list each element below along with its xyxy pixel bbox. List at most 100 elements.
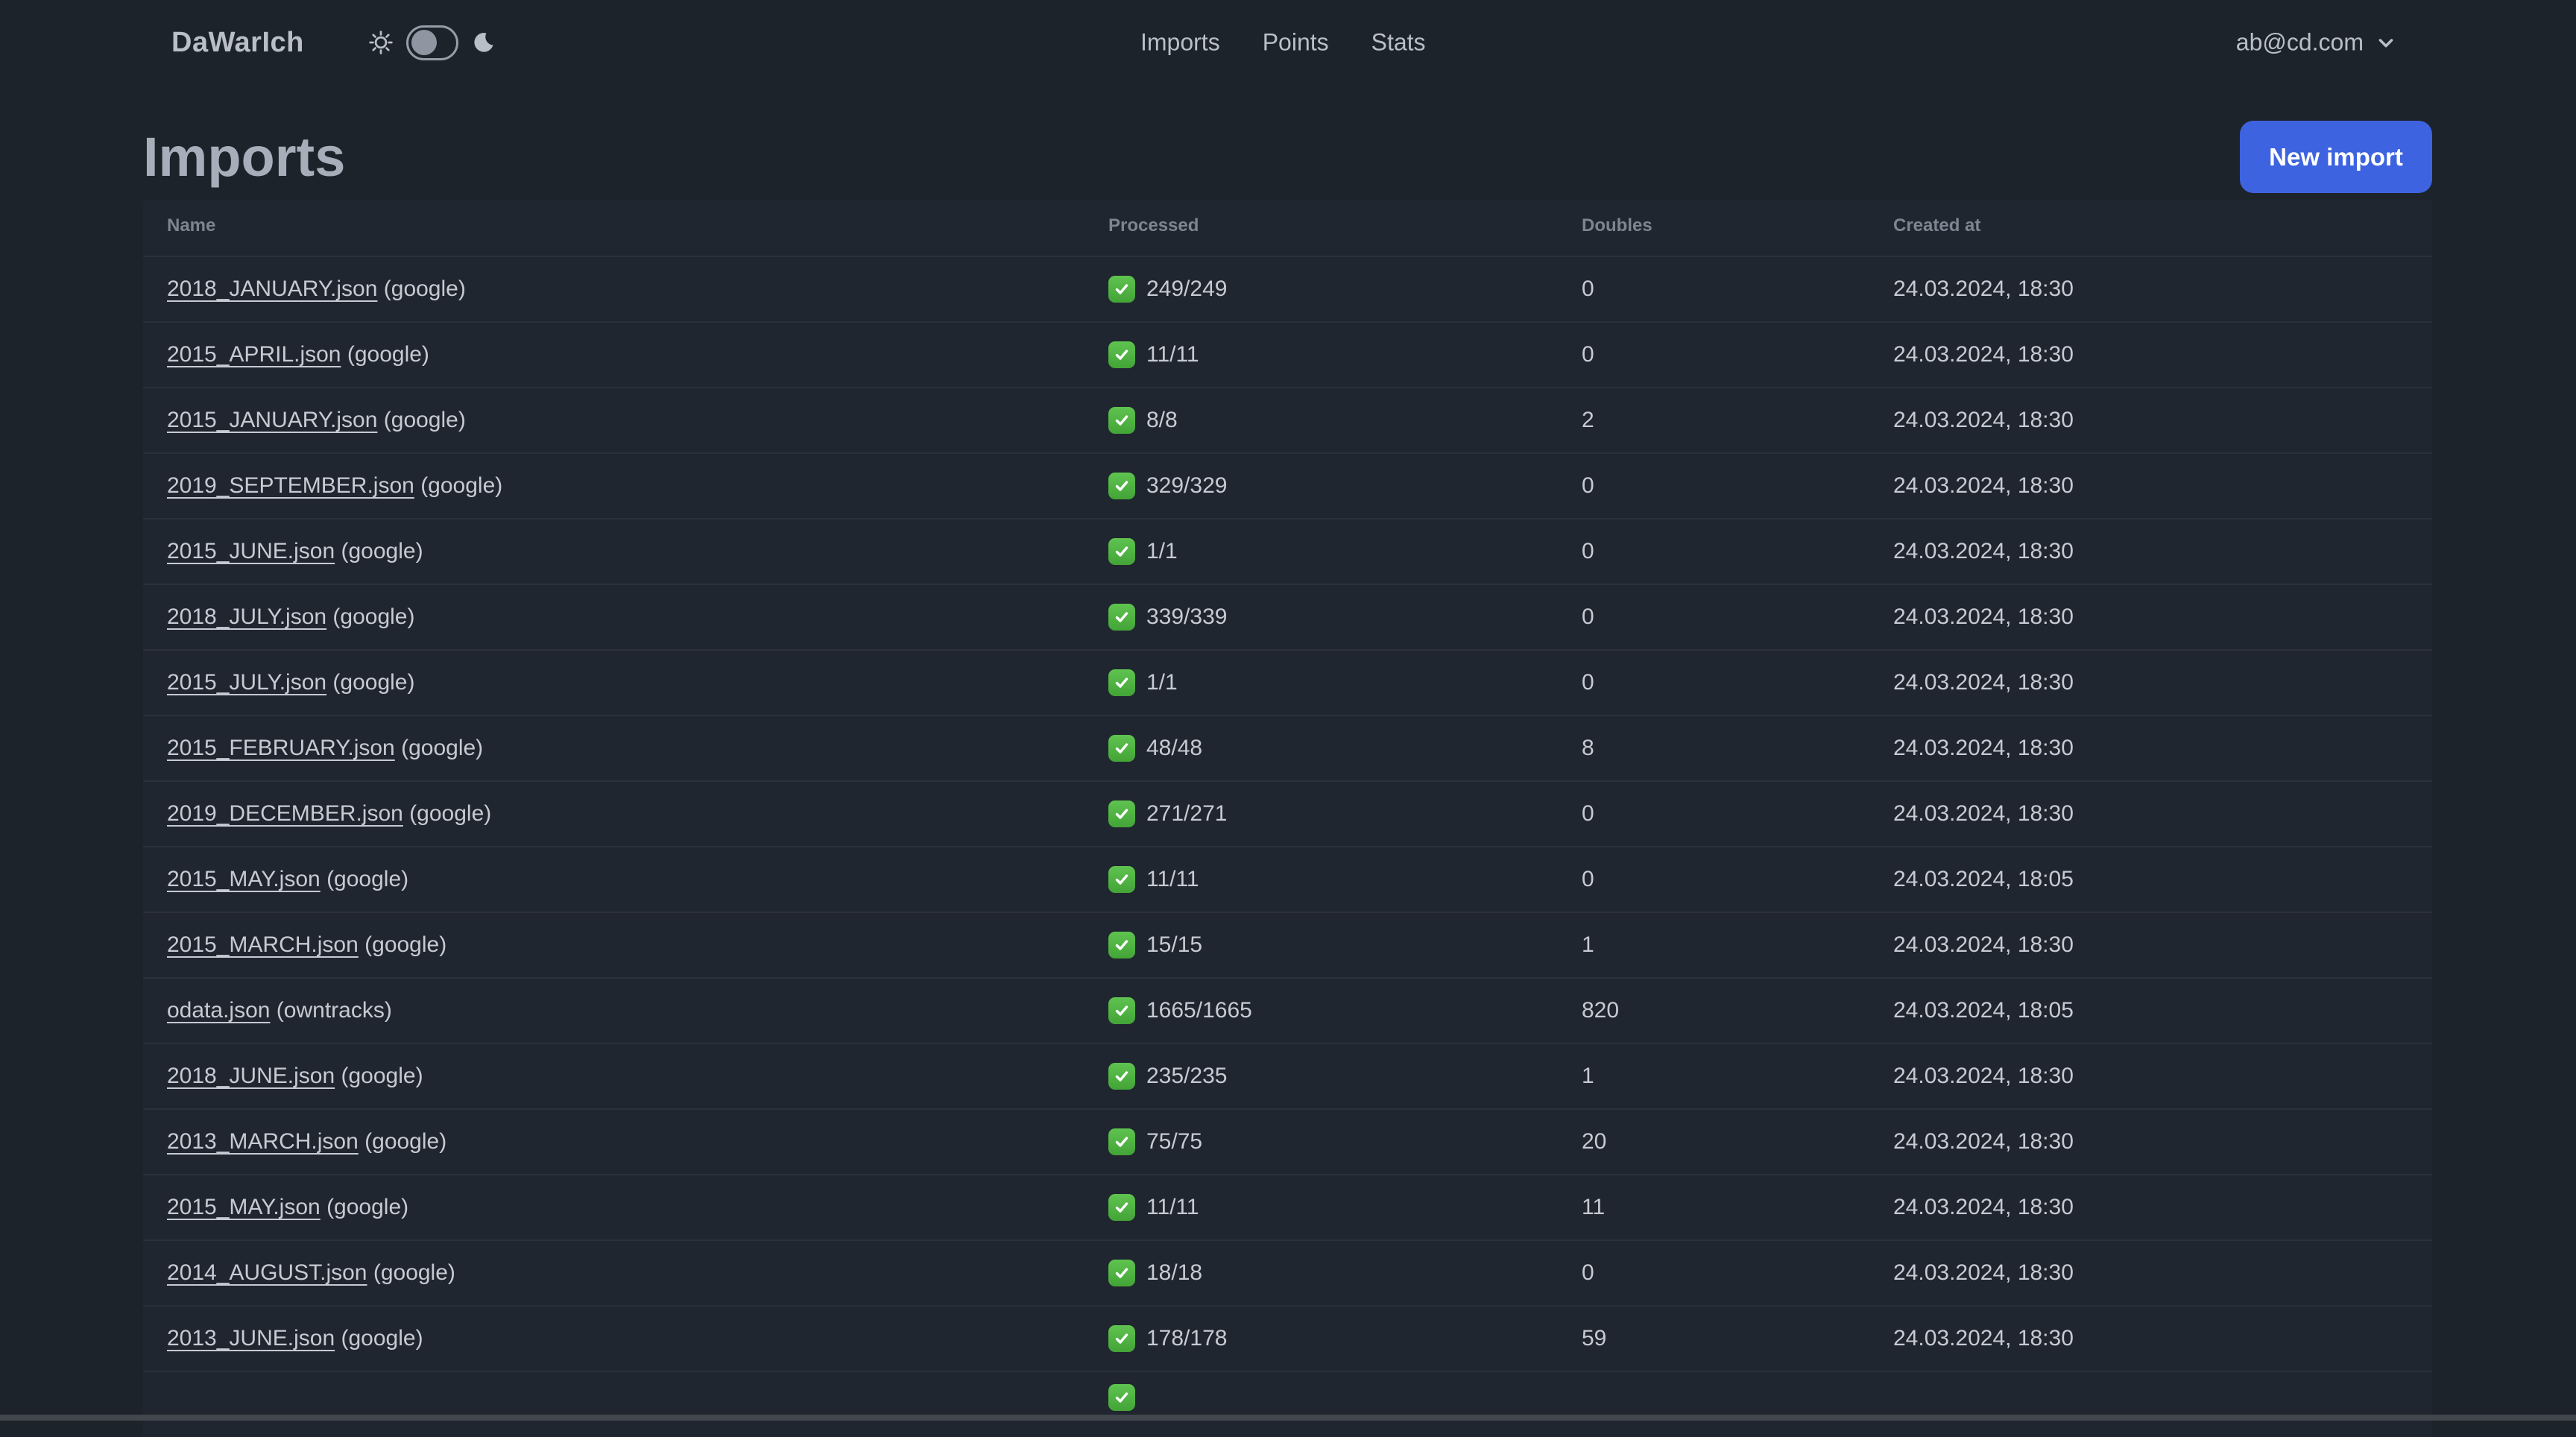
doubles-cell: 0 <box>1582 670 1594 695</box>
import-source-label: (google) <box>383 408 466 432</box>
table-row: 2019_SEPTEMBER.json (google) 329/329 0 2… <box>143 453 2432 519</box>
doubles-cell: 20 <box>1582 1129 1607 1154</box>
import-file-link[interactable]: 2018_JUNE.json <box>167 1064 335 1088</box>
created-at-cell: 24.03.2024, 18:30 <box>1893 1064 2074 1088</box>
doubles-cell: 11 <box>1582 1195 1606 1219</box>
table-row: 2014_AUGUST.json (google) 18/18 0 24.03.… <box>143 1240 2432 1306</box>
import-source-label: (google) <box>364 932 447 957</box>
created-at-cell: 24.03.2024, 18:30 <box>1893 408 2074 432</box>
processed-count: 1665/1665 <box>1146 998 1252 1023</box>
green-check-icon <box>1108 669 1135 696</box>
import-file-link[interactable]: 2019_DECEMBER.json <box>167 801 403 826</box>
green-check-icon <box>1108 866 1135 893</box>
import-file-link[interactable]: 2018_JANUARY.json <box>167 277 377 301</box>
theme-toggle[interactable] <box>405 25 458 60</box>
import-file-link[interactable]: 2018_JULY.json <box>167 604 326 629</box>
name-cell: 2019_DECEMBER.json (google) <box>143 781 1085 847</box>
processed-count: 11/11 <box>1146 867 1199 891</box>
import-file-link[interactable]: 2015_MARCH.json <box>167 932 359 957</box>
green-check-icon <box>1108 1384 1135 1411</box>
processed-cell: 75/75 <box>1085 1109 1558 1175</box>
green-check-icon <box>1108 538 1135 565</box>
import-file-link[interactable]: 2015_MAY.json <box>167 867 321 891</box>
column-header-created-at: Created at <box>1893 215 1981 236</box>
name-cell: 2015_FEBRUARY.json (google) <box>143 716 1085 781</box>
import-source-label: (google) <box>326 1195 409 1219</box>
table-row: 2015_JANUARY.json (google) 8/8 2 24.03.2… <box>143 388 2432 453</box>
import-source-label: (google) <box>341 539 423 563</box>
created-at-cell: 24.03.2024, 18:30 <box>1893 342 2074 367</box>
table-row: 2018_JUNE.json (google) 235/235 1 24.03.… <box>143 1043 2432 1109</box>
import-source-label: (google) <box>332 670 415 695</box>
name-cell: 2015_JULY.json (google) <box>143 650 1085 716</box>
doubles-cell: 0 <box>1582 277 1594 301</box>
green-check-icon <box>1108 800 1135 827</box>
nav-imports[interactable]: Imports <box>1140 29 1220 57</box>
green-check-icon <box>1108 1260 1135 1286</box>
import-file-link[interactable]: 2015_FEBRUARY.json <box>167 736 395 760</box>
processed-count: 235/235 <box>1146 1064 1228 1088</box>
created-at-cell: 24.03.2024, 18:30 <box>1893 736 2074 760</box>
processed-cell: 48/48 <box>1085 716 1558 781</box>
name-cell: 2015_MAY.json (google) <box>143 847 1085 912</box>
doubles-cell: 0 <box>1582 604 1594 629</box>
processed-count: 1/1 <box>1146 670 1178 695</box>
processed-count: 11/11 <box>1146 1195 1199 1219</box>
green-check-icon <box>1108 407 1135 434</box>
doubles-cell <box>1558 1371 1869 1437</box>
import-file-link[interactable]: 2015_APRIL.json <box>167 342 341 367</box>
created-at-cell: 24.03.2024, 18:30 <box>1893 1195 2074 1219</box>
import-file-link[interactable]: 2019_SEPTEMBER.json <box>167 473 414 498</box>
doubles-cell: 1 <box>1582 1064 1594 1088</box>
created-at-cell: 24.03.2024, 18:30 <box>1893 670 2074 695</box>
created-at-cell: 24.03.2024, 18:30 <box>1893 604 2074 629</box>
account-email: ab@cd.com <box>2235 28 2364 56</box>
import-file-link[interactable]: 2015_JULY.json <box>167 670 326 695</box>
processed-cell: 11/11 <box>1085 847 1558 912</box>
green-check-icon <box>1108 932 1135 958</box>
name-cell: 2018_JANUARY.json (google) <box>143 256 1085 322</box>
horizontal-scrollbar[interactable] <box>0 1415 2576 1421</box>
name-cell: 2015_JUNE.json (google) <box>143 519 1085 584</box>
processed-cell: 1/1 <box>1085 519 1558 584</box>
import-file-link[interactable]: 2014_AUGUST.json <box>167 1260 367 1285</box>
processed-count: 1/1 <box>1146 539 1178 563</box>
processed-cell: 15/15 <box>1085 912 1558 978</box>
import-file-link[interactable]: 2015_JANUARY.json <box>167 408 377 432</box>
import-file-link[interactable]: 2015_MAY.json <box>167 1195 321 1219</box>
doubles-cell: 0 <box>1582 342 1594 367</box>
name-cell: 2015_APRIL.json (google) <box>143 322 1085 388</box>
column-header-doubles: Doubles <box>1582 215 1652 236</box>
import-file-link[interactable]: odata.json <box>167 998 270 1023</box>
new-import-button[interactable]: New import <box>2240 121 2432 193</box>
import-file-link[interactable]: 2015_JUNE.json <box>167 539 335 563</box>
processed-cell: 178/178 <box>1085 1306 1558 1371</box>
processed-cell: 339/339 <box>1085 584 1558 650</box>
import-source-label: (google) <box>341 1326 423 1351</box>
doubles-cell: 0 <box>1582 1260 1594 1285</box>
processed-cell <box>1085 1371 1558 1437</box>
main-nav: Imports Points Stats <box>1140 29 1426 57</box>
processed-count: 249/249 <box>1146 277 1228 301</box>
nav-points[interactable]: Points <box>1263 29 1329 57</box>
green-check-icon <box>1108 1325 1135 1352</box>
table-row: 2019_DECEMBER.json (google) 271/271 0 24… <box>143 781 2432 847</box>
table-row <box>143 1371 2432 1437</box>
sun-icon <box>368 30 394 55</box>
app-logo[interactable]: DaWarIch <box>171 27 304 59</box>
import-source-label: (google) <box>383 277 466 301</box>
doubles-cell: 0 <box>1582 473 1594 498</box>
import-source-label: (owntracks) <box>276 998 392 1023</box>
account-menu[interactable]: ab@cd.com <box>2236 29 2396 57</box>
doubles-cell: 1 <box>1582 932 1594 957</box>
import-file-link[interactable]: 2013_MARCH.json <box>167 1129 359 1154</box>
import-source-label: (google) <box>341 1064 423 1088</box>
name-cell: 2018_JUNE.json (google) <box>143 1043 1085 1109</box>
table-row: 2013_MARCH.json (google) 75/75 20 24.03.… <box>143 1109 2432 1175</box>
nav-stats[interactable]: Stats <box>1371 29 1426 57</box>
created-at-cell: 24.03.2024, 18:05 <box>1893 867 2074 891</box>
import-file-link[interactable]: 2013_JUNE.json <box>167 1326 335 1351</box>
processed-count: 339/339 <box>1146 604 1228 629</box>
table-row: odata.json (owntracks) 1665/1665 820 24.… <box>143 978 2432 1043</box>
created-at-cell <box>1869 1371 2432 1437</box>
